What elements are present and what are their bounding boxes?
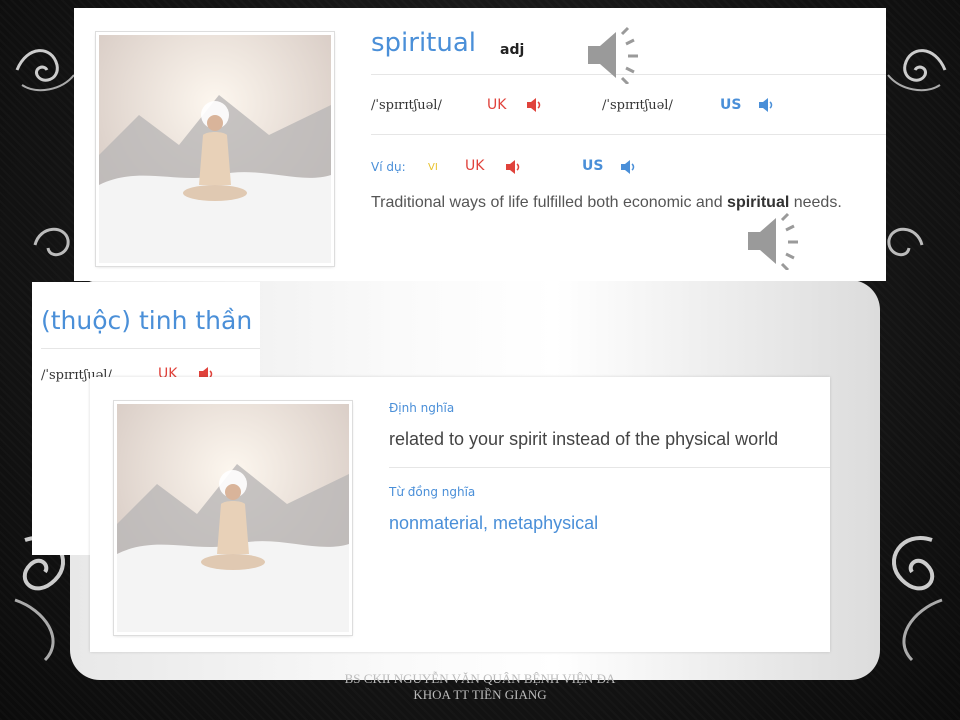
meditation-image <box>114 401 352 635</box>
speaker-icon-uk[interactable] <box>526 97 544 113</box>
ipa-uk: /ˈspɪrɪtʃuəl/ <box>371 98 442 113</box>
part-of-speech: adj <box>500 42 525 58</box>
audio-speaker-icon[interactable] <box>584 26 648 84</box>
us-label[interactable]: US <box>720 97 741 113</box>
ornament-mid-left <box>33 227 70 257</box>
audio-speaker-icon[interactable] <box>744 212 808 270</box>
speaker-icon-example-uk[interactable] <box>505 159 523 175</box>
divider <box>371 134 886 135</box>
uk-label[interactable]: UK <box>487 97 506 113</box>
vi-label[interactable]: VI <box>428 162 438 173</box>
ornament-mid-right <box>887 227 924 257</box>
slide-footer: BS CKII NGUYỄN VĂN QUÂN BỆNH VIỆN ĐA KHO… <box>300 671 660 703</box>
uk-example-label[interactable]: UK <box>465 158 484 174</box>
definition-card: Định nghĩa related to your spirit instea… <box>90 377 830 652</box>
ornament-top-left <box>15 49 75 92</box>
divider <box>389 467 830 468</box>
synonym-label: Từ đồng nghĩa <box>389 485 476 499</box>
example-text-after: needs. <box>789 194 842 211</box>
example-label: Ví dụ: <box>371 160 406 174</box>
definition-text: related to your spirit instead of the ph… <box>389 429 779 449</box>
speaker-icon-example-us[interactable] <box>620 159 638 175</box>
example-text-bold: spiritual <box>727 194 790 211</box>
footer-line-1: BS CKII NGUYỄN VĂN QUÂN BỆNH VIỆN ĐA <box>344 671 616 686</box>
translation-text: (thuộc) tinh thần <box>41 306 253 335</box>
ipa-us: /ˈspɪrɪtʃuəl/ <box>602 98 673 113</box>
speaker-icon-us[interactable] <box>758 97 776 113</box>
definition-label: Định nghĩa <box>389 401 455 415</box>
divider <box>41 348 260 349</box>
meditation-image <box>96 32 334 266</box>
ornament-top-right <box>887 49 947 92</box>
example-text-before: Traditional ways of life fulfilled both … <box>371 194 728 211</box>
ornament-bottom-right <box>891 536 943 662</box>
example-sentence: Traditional ways of life fulfilled both … <box>371 194 842 212</box>
headword: spiritual <box>371 28 477 58</box>
us-example-label[interactable]: US <box>582 158 603 174</box>
footer-line-2: KHOA TT TIỀN GIANG <box>413 687 547 702</box>
synonyms-text[interactable]: nonmaterial, metaphysical <box>389 513 598 534</box>
